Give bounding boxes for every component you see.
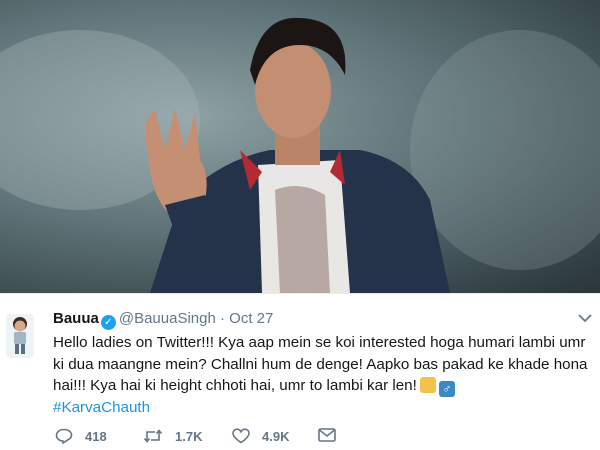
tweet-text-line-content: hai!!! Kya hai ki height chhoti hai, umr… bbox=[53, 377, 417, 395]
tweet-photo[interactable] bbox=[0, 0, 600, 293]
tweet-text-line: ki dua maangne mein? Challni hum de deng… bbox=[53, 355, 588, 373]
retweet-count: 1.7K bbox=[175, 428, 203, 444]
hashtag-link[interactable]: #KarvaChauth bbox=[53, 399, 150, 416]
direct-message-button[interactable] bbox=[318, 428, 348, 442]
hashtag-line: #KarvaChauth bbox=[53, 397, 593, 419]
verified-icon: ✓ bbox=[100, 315, 116, 330]
tweet-text-line: Hello ladies on Twitter!!! Kya aap mein … bbox=[53, 334, 586, 351]
display-name[interactable]: Bauua bbox=[53, 310, 99, 327]
tweet-text: Hello ladies on Twitter!!! Kya aap mein … bbox=[53, 332, 593, 419]
male-sign-emoji: ♂ bbox=[438, 381, 455, 398]
like-button[interactable]: 4.9K bbox=[232, 428, 289, 444]
separator-dot: · bbox=[219, 310, 225, 327]
photo-illustration bbox=[0, 17, 600, 293]
reply-button[interactable]: 418 bbox=[55, 428, 107, 444]
tweet-header: Bauua ✓ @BauuaSingh · Oct 27 bbox=[53, 310, 273, 330]
like-count: 4.9K bbox=[262, 428, 290, 444]
reply-count: 418 bbox=[85, 428, 107, 444]
user-handle[interactable]: @BauuaSingh bbox=[119, 310, 216, 327]
chevron-down-icon[interactable] bbox=[578, 310, 592, 326]
retweet-button[interactable]: 1.7K bbox=[143, 428, 202, 444]
tweet-text-line: hai!!! Kya hai ki height chhoti hai, umr… bbox=[53, 375, 593, 398]
retweet-icon bbox=[143, 429, 163, 443]
heart-icon bbox=[232, 428, 250, 444]
reply-icon bbox=[55, 428, 73, 444]
envelope-icon bbox=[318, 428, 336, 442]
woman-tipping-hand-emoji bbox=[419, 377, 436, 394]
tweet-date[interactable]: Oct 27 bbox=[229, 310, 273, 327]
avatar[interactable] bbox=[6, 314, 34, 358]
